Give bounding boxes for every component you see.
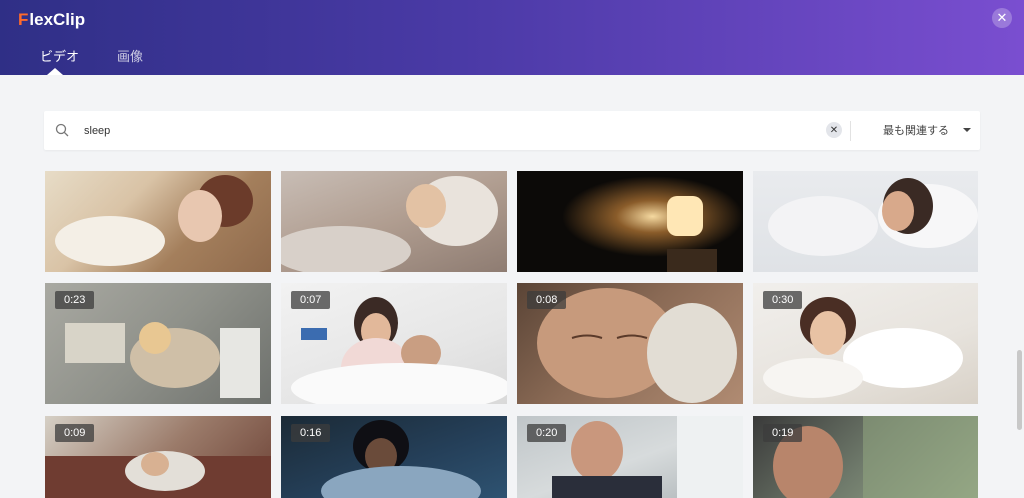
- duration-badge: 0:16: [291, 424, 331, 442]
- logo-text: lexClip: [29, 10, 86, 29]
- chevron-down-icon: [963, 128, 971, 132]
- video-thumbnail[interactable]: 0:09: [45, 416, 271, 498]
- clear-icon: ✕: [829, 124, 839, 136]
- video-thumbnail[interactable]: [45, 171, 271, 272]
- search-bar: ✕ 最も関連する: [44, 111, 980, 150]
- video-thumbnail[interactable]: 0:07: [281, 283, 507, 404]
- media-tabs: ビデオ 画像: [0, 38, 1024, 75]
- thumbnail-image: [55, 175, 253, 266]
- header: F lexClip ✕ ビデオ 画像: [0, 0, 1024, 75]
- thumbnail-image: [768, 178, 978, 256]
- close-button[interactable]: ✕: [992, 8, 1012, 28]
- thumbnail-image: [517, 171, 743, 272]
- thumbnail-image: [281, 176, 498, 272]
- duration-badge: 0:09: [55, 424, 95, 442]
- duration-badge: 0:30: [763, 291, 803, 309]
- video-thumbnail[interactable]: 0:23: [45, 283, 271, 404]
- video-thumbnail[interactable]: [517, 171, 743, 272]
- video-thumbnail[interactable]: [281, 171, 507, 272]
- video-thumbnail[interactable]: 0:20: [517, 416, 743, 498]
- clear-search-button[interactable]: ✕: [826, 122, 842, 138]
- close-icon: ✕: [996, 10, 1008, 25]
- video-thumbnail[interactable]: [753, 171, 978, 272]
- video-thumbnail[interactable]: 0:08: [517, 283, 743, 404]
- duration-badge: 0:20: [527, 424, 567, 442]
- tab-video[interactable]: ビデオ: [40, 46, 79, 65]
- duration-badge: 0:08: [527, 291, 567, 309]
- video-thumbnail[interactable]: 0:16: [281, 416, 507, 498]
- duration-badge: 0:07: [291, 291, 331, 309]
- search-icon: [55, 123, 69, 137]
- sort-label: 最も関連する: [883, 125, 949, 137]
- search-input[interactable]: [82, 120, 786, 142]
- duration-badge: 0:19: [763, 424, 803, 442]
- active-tab-indicator: [47, 68, 63, 75]
- sort-dropdown[interactable]: 最も関連する: [883, 122, 971, 138]
- flexclip-logo[interactable]: F lexClip: [18, 9, 85, 31]
- logo-mark: F: [18, 10, 29, 29]
- duration-badge: 0:23: [55, 291, 95, 309]
- divider: [850, 121, 851, 141]
- scrollbar[interactable]: [1017, 350, 1022, 430]
- video-results-grid: 0:23 0:07 0:08 0:30 0:09 0:16 0:20 0:19: [45, 171, 978, 498]
- video-thumbnail[interactable]: 0:30: [753, 283, 978, 404]
- tab-image[interactable]: 画像: [117, 46, 143, 65]
- video-thumbnail[interactable]: 0:19: [753, 416, 978, 498]
